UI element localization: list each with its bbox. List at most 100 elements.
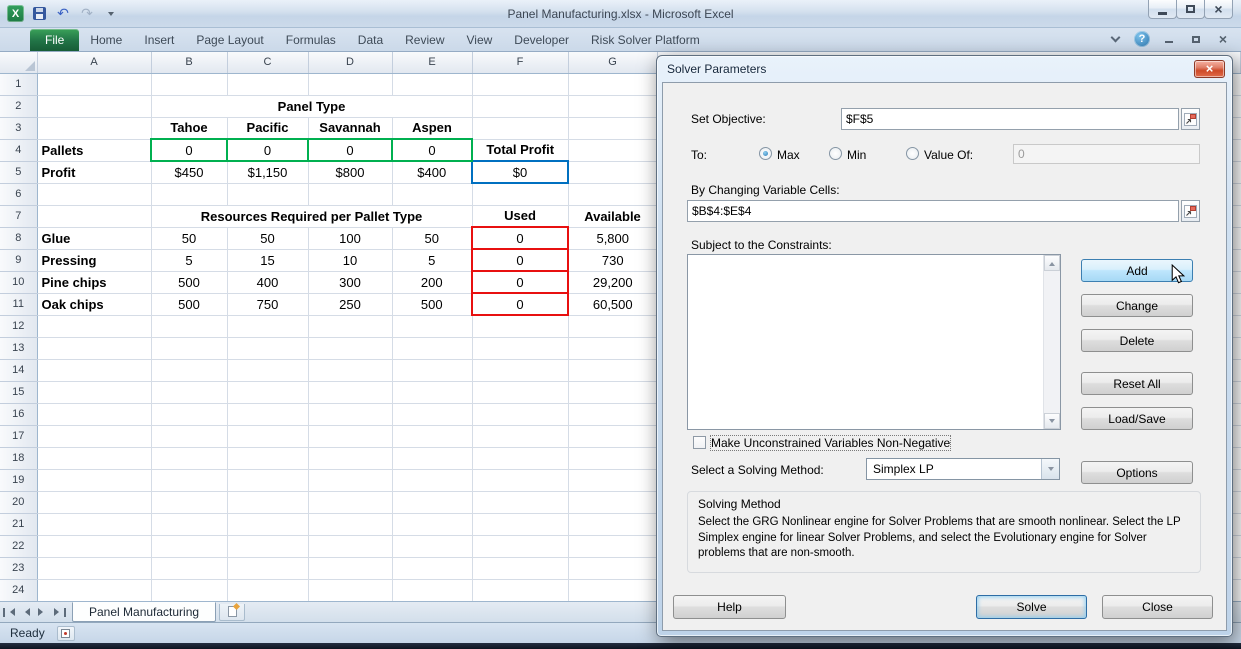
tab-page-layout[interactable]: Page Layout (185, 29, 274, 51)
variable-cells-input[interactable] (687, 200, 1179, 222)
cell-D4[interactable]: 0 (308, 139, 392, 161)
change-button[interactable]: Change (1081, 294, 1193, 317)
row-header-19[interactable]: 19 (0, 469, 37, 491)
cell-C14[interactable] (227, 359, 308, 381)
cell-C11[interactable]: 750 (227, 293, 308, 315)
objective-range-picker-button[interactable] (1181, 108, 1200, 130)
cell-F2[interactable] (472, 95, 568, 117)
save-button[interactable] (30, 5, 48, 23)
cell-G12[interactable] (568, 315, 657, 337)
row-header-7[interactable]: 7 (0, 205, 37, 227)
row-header-4[interactable]: 4 (0, 139, 37, 161)
cell-D13[interactable] (308, 337, 392, 359)
reset-all-button[interactable]: Reset All (1081, 372, 1193, 395)
cell-B23[interactable] (151, 557, 227, 579)
cell-A21[interactable] (37, 513, 151, 535)
col-header-A[interactable]: A (37, 52, 151, 73)
undo-button[interactable] (54, 5, 72, 23)
row-header-22[interactable]: 22 (0, 535, 37, 557)
max-radio-label[interactable]: Max (777, 148, 800, 162)
row-header-12[interactable]: 12 (0, 315, 37, 337)
cell-C15[interactable] (227, 381, 308, 403)
cell-B7[interactable]: Resources Required per Pallet Type (151, 205, 472, 227)
row-header-17[interactable]: 17 (0, 425, 37, 447)
cell-G24[interactable] (568, 579, 657, 601)
cell-D1[interactable] (308, 73, 392, 95)
cell-B3[interactable]: Tahoe (151, 117, 227, 139)
cell-C24[interactable] (227, 579, 308, 601)
cell-D9[interactable]: 10 (308, 249, 392, 271)
cell-A10[interactable]: Pine chips (37, 271, 151, 293)
cell-F15[interactable] (472, 381, 568, 403)
cell-A17[interactable] (37, 425, 151, 447)
cell-A6[interactable] (37, 183, 151, 205)
cell-F11[interactable]: 0 (472, 293, 568, 315)
cell-E8[interactable]: 50 (392, 227, 472, 249)
tab-review[interactable]: Review (394, 29, 455, 51)
row-header-20[interactable]: 20 (0, 491, 37, 513)
tab-formulas[interactable]: Formulas (275, 29, 347, 51)
cell-D3[interactable]: Savannah (308, 117, 392, 139)
last-sheet-button[interactable] (51, 604, 68, 621)
cell-C3[interactable]: Pacific (227, 117, 308, 139)
cell-C17[interactable] (227, 425, 308, 447)
cell-D15[interactable] (308, 381, 392, 403)
row-header-21[interactable]: 21 (0, 513, 37, 535)
cell-G4[interactable] (568, 139, 657, 161)
cell-A4[interactable]: Pallets (37, 139, 151, 161)
cell-B21[interactable] (151, 513, 227, 535)
cell-F17[interactable] (472, 425, 568, 447)
cell-C4[interactable]: 0 (227, 139, 308, 161)
cell-G19[interactable] (568, 469, 657, 491)
cell-F19[interactable] (472, 469, 568, 491)
cell-B10[interactable]: 500 (151, 271, 227, 293)
cell-A14[interactable] (37, 359, 151, 381)
cell-G11[interactable]: 60,500 (568, 293, 657, 315)
cell-B9[interactable]: 5 (151, 249, 227, 271)
maximize-button[interactable] (1176, 0, 1205, 19)
cell-F22[interactable] (472, 535, 568, 557)
cell-E13[interactable] (392, 337, 472, 359)
cell-F21[interactable] (472, 513, 568, 535)
row-header-16[interactable]: 16 (0, 403, 37, 425)
cell-G13[interactable] (568, 337, 657, 359)
solve-button[interactable]: Solve (976, 595, 1087, 619)
cell-E20[interactable] (392, 491, 472, 513)
cell-A13[interactable] (37, 337, 151, 359)
cell-D6[interactable] (308, 183, 392, 205)
tab-insert[interactable]: Insert (133, 29, 185, 51)
window-close-button[interactable] (1204, 0, 1233, 19)
col-header-C[interactable]: C (227, 52, 308, 73)
qat-customize-button[interactable] (102, 5, 120, 23)
cell-E23[interactable] (392, 557, 472, 579)
cell-C8[interactable]: 50 (227, 227, 308, 249)
cell-G1[interactable] (568, 73, 657, 95)
cell-D18[interactable] (308, 447, 392, 469)
cell-B14[interactable] (151, 359, 227, 381)
cell-A22[interactable] (37, 535, 151, 557)
row-header-23[interactable]: 23 (0, 557, 37, 579)
cell-F7[interactable]: Used (472, 205, 568, 227)
row-header-15[interactable]: 15 (0, 381, 37, 403)
cell-A9[interactable]: Pressing (37, 249, 151, 271)
next-sheet-button[interactable] (34, 604, 51, 621)
cell-E5[interactable]: $400 (392, 161, 472, 183)
col-header-G[interactable]: G (568, 52, 657, 73)
cell-C9[interactable]: 15 (227, 249, 308, 271)
dialog-close-button[interactable] (1194, 60, 1225, 78)
cell-D19[interactable] (308, 469, 392, 491)
constraints-scrollbar[interactable] (1043, 255, 1060, 429)
cell-B16[interactable] (151, 403, 227, 425)
dropdown-button[interactable] (1041, 459, 1059, 479)
cell-C20[interactable] (227, 491, 308, 513)
row-header-11[interactable]: 11 (0, 293, 37, 315)
cell-E4[interactable]: 0 (392, 139, 472, 161)
cell-C21[interactable] (227, 513, 308, 535)
file-tab[interactable]: File (30, 29, 79, 51)
ribbon-collapse-button[interactable] (1107, 32, 1123, 46)
tab-view[interactable]: View (456, 29, 504, 51)
cell-A8[interactable]: Glue (37, 227, 151, 249)
cell-B5[interactable]: $450 (151, 161, 227, 183)
cell-G8[interactable]: 5,800 (568, 227, 657, 249)
non-negative-checkbox[interactable] (693, 436, 706, 449)
